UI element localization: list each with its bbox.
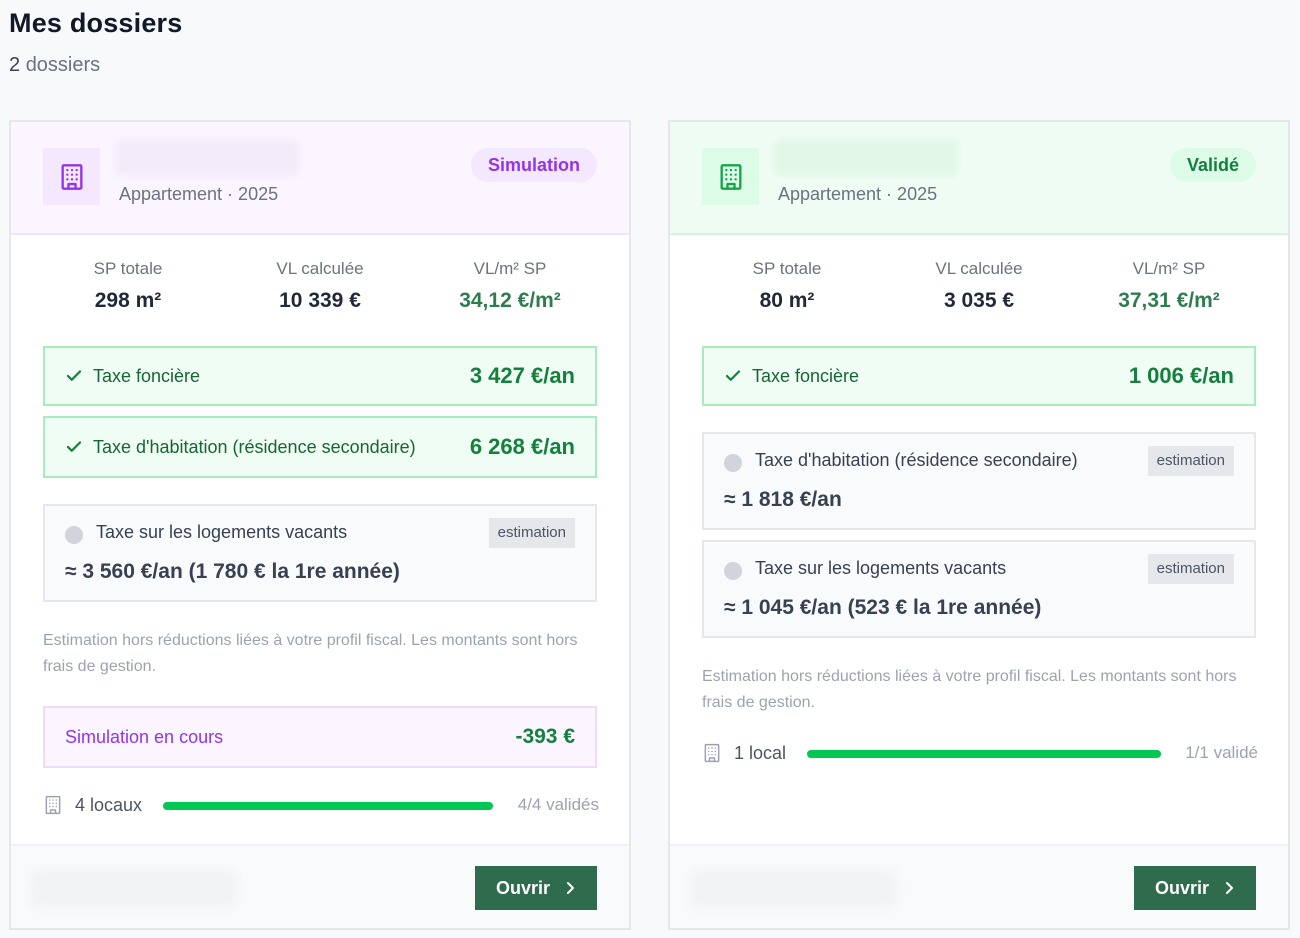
- dossier-count-label: dossiers: [25, 54, 101, 76]
- dossier-count: 2 dossiers: [9, 54, 100, 77]
- redacted-footer-info: [690, 870, 896, 908]
- open-button[interactable]: Ouvrir: [475, 866, 597, 910]
- stat-vl-calculee: VL calculée 10 339 €: [220, 258, 420, 314]
- disclaimer-note: Estimation hors réductions liées à votre…: [43, 632, 578, 675]
- property-type-year: Appartement · 2025: [119, 184, 279, 204]
- card-footer: Ouvrir: [670, 844, 1288, 928]
- tax-name: Taxe d'habitation (résidence secondaire): [93, 436, 416, 457]
- stat-vl-per-m2: VL/m² SP 37,31 €/m²: [1069, 258, 1269, 314]
- tax-amount: ≈ 3 560 €/an (1 780 € la 1re année): [65, 560, 400, 583]
- chevron-right-icon: [567, 882, 575, 894]
- stat-label: VL calculée: [935, 259, 1023, 278]
- tax-amount: 1 006 €/an: [1128, 363, 1234, 388]
- stats-row: SP totale 80 m² VL calculée 3 035 € VL/m…: [670, 258, 1288, 318]
- open-button-label: Ouvrir: [495, 877, 551, 898]
- status-badge: Validé: [1169, 148, 1256, 182]
- stat-label: SP totale: [752, 259, 822, 278]
- progress-bar: [163, 802, 493, 810]
- stat-value: 34,12 €/m²: [459, 289, 561, 312]
- stat-label: VL/m² SP: [473, 259, 547, 278]
- check-icon: [66, 370, 82, 381]
- tax-estimated-habitation: Taxe d'habitation (résidence secondaire)…: [702, 432, 1256, 530]
- estimation-badge: estimation: [1147, 446, 1234, 476]
- tax-amount: 3 427 €/an: [469, 363, 575, 388]
- simulation-label: Simulation en cours: [65, 726, 224, 747]
- card-header: Appartement · 2025 Validé: [670, 122, 1288, 235]
- pending-dot-icon: [724, 454, 742, 472]
- tax-name: Taxe sur les logements vacants: [755, 558, 1007, 578]
- stat-sp-totale: SP totale 80 m²: [687, 258, 887, 314]
- progress-fill: [807, 750, 1161, 758]
- disclaimer-note: Estimation hors réductions liées à votre…: [702, 668, 1237, 711]
- stat-vl-calculee: VL calculée 3 035 €: [879, 258, 1079, 314]
- card-footer: Ouvrir: [11, 844, 629, 928]
- building-small-icon: [45, 795, 61, 815]
- stat-value: 10 339 €: [279, 289, 361, 312]
- tax-amount: 6 268 €/an: [469, 434, 575, 459]
- chevron-right-icon: [1226, 882, 1234, 894]
- status-badge: Simulation: [470, 148, 597, 182]
- check-icon: [66, 441, 82, 452]
- tax-confirmed-fonciere: Taxe foncière 3 427 €/an: [43, 346, 597, 406]
- progress-fill: [163, 802, 493, 810]
- stat-value: 3 035 €: [943, 289, 1015, 312]
- locals-progress: 4 locaux 4/4 validés: [43, 792, 599, 818]
- locals-progress: 1 local 1/1 validé: [702, 740, 1258, 766]
- tax-name: Taxe d'habitation (résidence secondaire): [755, 450, 1078, 470]
- tax-name: Taxe foncière: [752, 365, 860, 386]
- locals-count: 4 locaux: [75, 795, 143, 815]
- redacted-footer-info: [31, 870, 237, 908]
- stat-value: 298 m²: [94, 289, 162, 312]
- tax-name: Taxe foncière: [93, 365, 201, 386]
- tax-confirmed-fonciere: Taxe foncière 1 006 €/an: [702, 346, 1256, 406]
- tax-estimated-vacants: Taxe sur les logements vacants estimatio…: [702, 540, 1256, 638]
- redacted-address: [774, 140, 958, 176]
- dossier-card: Appartement · 2025 Simulation SP totale …: [9, 120, 631, 930]
- tax-estimated-vacants: Taxe sur les logements vacants estimatio…: [43, 504, 597, 602]
- stat-vl-per-m2: VL/m² SP 34,12 €/m²: [410, 258, 610, 314]
- building-small-icon: [704, 743, 720, 763]
- validated-count: 1/1 validé: [1185, 743, 1258, 762]
- progress-bar: [807, 750, 1161, 758]
- stat-label: VL/m² SP: [1132, 259, 1206, 278]
- pending-dot-icon: [65, 526, 83, 544]
- stats-row: SP totale 298 m² VL calculée 10 339 € VL…: [11, 258, 629, 318]
- redacted-address: [115, 140, 299, 176]
- stat-label: SP totale: [93, 259, 163, 278]
- stat-value: 80 m²: [759, 289, 815, 312]
- estimation-badge: estimation: [1147, 554, 1234, 584]
- tax-amount: ≈ 1 818 €/an: [724, 488, 842, 511]
- pending-dot-icon: [724, 562, 742, 580]
- stat-value: 37,31 €/m²: [1118, 289, 1220, 312]
- tax-name: Taxe sur les logements vacants: [96, 522, 348, 542]
- check-icon: [725, 370, 741, 381]
- locals-count: 1 local: [734, 743, 787, 763]
- tax-confirmed-habitation: Taxe d'habitation (résidence secondaire)…: [43, 416, 597, 478]
- page: Mes dossiers 2 dossiers Appartement · 20…: [0, 0, 1300, 938]
- tax-amount: ≈ 1 045 €/an (523 € la 1re année): [724, 596, 1042, 619]
- page-title: Mes dossiers: [9, 8, 183, 38]
- building-icon: [702, 148, 759, 205]
- validated-count: 4/4 validés: [517, 795, 599, 814]
- open-button-label: Ouvrir: [1154, 877, 1210, 898]
- open-button[interactable]: Ouvrir: [1134, 866, 1256, 910]
- dossier-card: Appartement · 2025 Validé SP totale 80 m…: [668, 120, 1290, 930]
- estimation-badge: estimation: [488, 518, 575, 548]
- stat-sp-totale: SP totale 298 m²: [28, 258, 228, 314]
- stat-label: VL calculée: [276, 259, 364, 278]
- dossier-count-number: 2: [9, 54, 21, 76]
- simulation-amount: -393 €: [515, 725, 575, 748]
- card-header: Appartement · 2025 Simulation: [11, 122, 629, 235]
- building-icon: [43, 148, 100, 205]
- simulation-summary: Simulation en cours -393 €: [43, 706, 597, 768]
- property-type-year: Appartement · 2025: [778, 184, 938, 204]
